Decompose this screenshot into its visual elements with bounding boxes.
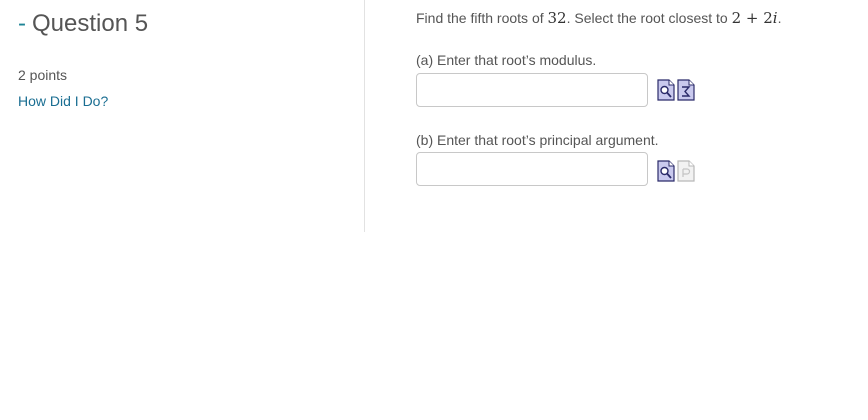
target-real-part: 2 [731, 9, 742, 27]
part-b-label: (b) Enter that root’s principal argument… [416, 132, 659, 148]
question-heading: - Question 5 [18, 9, 148, 39]
points-label: 2 points [18, 67, 68, 83]
prompt-text-end: . [777, 10, 782, 26]
prompt-text-middle: . Select the root closest to [566, 10, 732, 26]
question-page: - Question 5 2 points How Did I Do? Find … [0, 0, 868, 420]
target-imag-part: 2 [763, 9, 773, 27]
target-plus: + [741, 9, 764, 27]
preview-icon[interactable] [657, 160, 675, 182]
preview-icon[interactable] [657, 79, 675, 101]
prompt-target-complex: 2 + 2i [732, 9, 778, 27]
equation-editor-icon[interactable] [677, 79, 695, 101]
part-a-label: (a) Enter that root’s modulus. [416, 52, 597, 68]
prompt-number: 32 [547, 9, 567, 27]
prompt-text-start: Find the fifth roots of [416, 10, 548, 26]
equation-editor-disabled-icon [677, 160, 695, 182]
question-title: Question 5 [32, 10, 149, 37]
collapse-toggle[interactable]: - [18, 10, 26, 37]
part-a-answer-input[interactable] [416, 73, 648, 107]
part-b-answer-input[interactable] [416, 152, 648, 186]
question-info-panel: - Question 5 2 points How Did I Do? [0, 0, 365, 232]
question-prompt: Find the fifth roots of 32. Select the r… [416, 9, 782, 27]
how-did-i-do-link[interactable]: How Did I Do? [18, 93, 108, 109]
